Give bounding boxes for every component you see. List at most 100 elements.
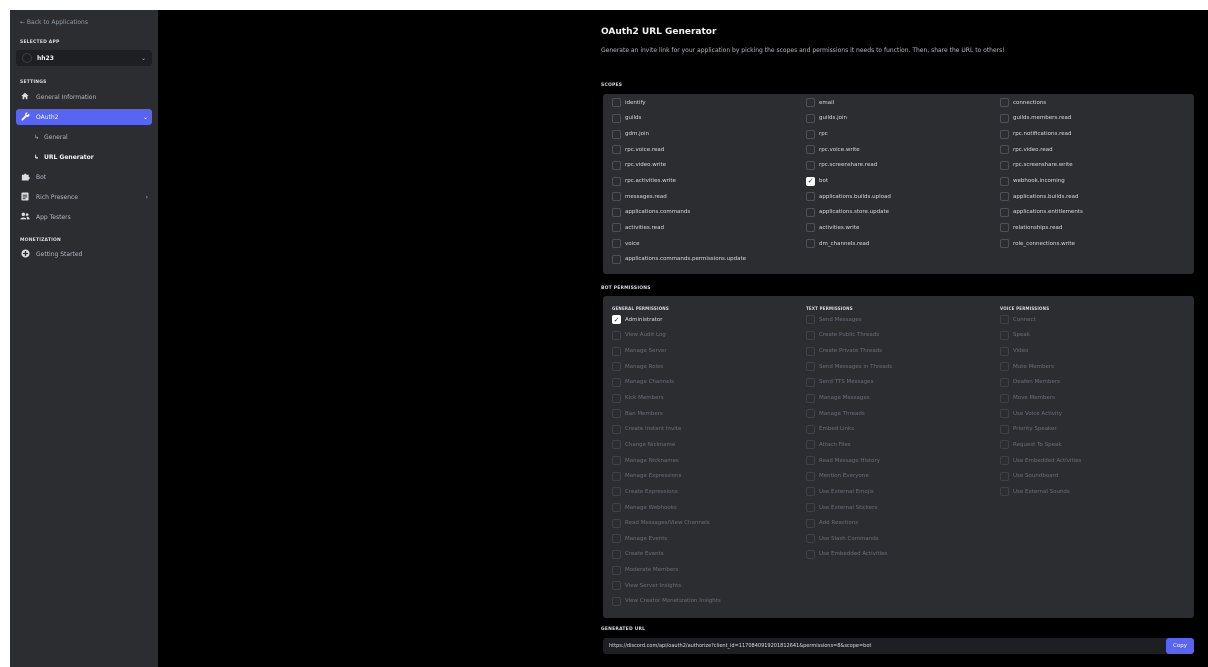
checkbox[interactable] (612, 113, 621, 123)
sidebar-item-rich-presence[interactable]: Rich Presence › (16, 189, 152, 205)
permission-option[interactable]: Read Message History (806, 453, 1000, 469)
checkbox[interactable] (806, 145, 815, 155)
scope-option[interactable]: applications.commands (612, 204, 806, 220)
permission-option[interactable]: Speak (1000, 328, 1194, 344)
permission-option[interactable]: Embed Links (806, 421, 1000, 437)
scope-option[interactable]: identify (612, 95, 806, 111)
checkbox[interactable] (612, 254, 621, 264)
checkbox[interactable] (806, 518, 815, 528)
permission-option[interactable]: Create Private Threads (806, 343, 1000, 359)
scope-option[interactable]: webhook.incoming (1000, 173, 1194, 189)
permission-option[interactable]: Connect (1000, 312, 1194, 328)
checkbox[interactable] (1000, 223, 1009, 233)
checkbox[interactable] (1000, 113, 1009, 123)
permission-option[interactable]: Use External Sounds (1000, 484, 1194, 500)
checkbox[interactable] (612, 581, 621, 591)
checkbox[interactable] (806, 362, 815, 372)
checkbox[interactable] (806, 207, 815, 217)
checkbox[interactable] (806, 223, 815, 233)
permission-option[interactable]: Manage Threads (806, 406, 1000, 422)
permission-option[interactable]: Create Instant Invite (612, 421, 806, 437)
back-to-applications-link[interactable]: ← Back to Applications (16, 18, 152, 28)
checkbox[interactable] (612, 330, 621, 340)
scope-option[interactable]: rpc.screenshare.write (1000, 158, 1194, 174)
checkbox[interactable] (1000, 471, 1009, 481)
checkbox[interactable] (612, 565, 621, 575)
scope-option[interactable]: voice (612, 236, 806, 252)
sidebar-item-bot[interactable]: Bot (16, 169, 152, 185)
checkbox[interactable] (612, 549, 621, 559)
permission-option[interactable]: Use Slash Commands (806, 531, 1000, 547)
checkbox[interactable] (806, 330, 815, 340)
checkbox[interactable] (612, 377, 621, 387)
checkbox[interactable] (612, 471, 621, 481)
checkbox[interactable] (806, 534, 815, 544)
permission-option[interactable]: Use External Stickers (806, 500, 1000, 516)
scope-option[interactable]: applications.entitlements (1000, 204, 1194, 220)
checkbox[interactable] (1000, 440, 1009, 450)
checkbox[interactable] (806, 424, 815, 434)
checkbox[interactable] (612, 456, 621, 466)
permission-option[interactable]: Manage Webhooks (612, 500, 806, 516)
sidebar-item-oauth2[interactable]: OAuth2 ⌄ (16, 109, 152, 125)
permission-option[interactable]: Deafen Members (1000, 375, 1194, 391)
scope-option[interactable]: relationships.read (1000, 220, 1194, 236)
checkbox[interactable] (806, 409, 815, 419)
scope-option[interactable]: applications.builds.read (1000, 189, 1194, 205)
scope-option[interactable]: dm_channels.read (806, 236, 1000, 252)
generated-url-text[interactable]: https://discord.com/api/oauth2/authorize… (609, 643, 1166, 649)
checkbox[interactable] (1000, 315, 1009, 325)
app-selector[interactable]: hh23 ⌄ (16, 50, 152, 66)
permission-option[interactable]: Read Messages/View Channels (612, 515, 806, 531)
scope-option[interactable]: guilds.members.read (1000, 111, 1194, 127)
checkbox[interactable] (612, 518, 621, 528)
checkbox[interactable] (806, 377, 815, 387)
checkbox[interactable] (1000, 424, 1009, 434)
checkbox[interactable] (612, 409, 621, 419)
checkbox[interactable] (612, 145, 621, 155)
permission-option[interactable]: Manage Expressions (612, 468, 806, 484)
checkbox[interactable] (1000, 362, 1009, 372)
checkbox[interactable] (806, 549, 815, 559)
permission-option[interactable]: Manage Messages (806, 390, 1000, 406)
checkbox[interactable] (1000, 346, 1009, 356)
permission-option[interactable]: Add Reactions (806, 515, 1000, 531)
scope-option[interactable]: rpc.video.write (612, 158, 806, 174)
checkbox[interactable] (612, 160, 621, 170)
permission-option[interactable]: Attach Files (806, 437, 1000, 453)
checkbox[interactable] (806, 503, 815, 512)
checkbox[interactable] (1000, 207, 1009, 217)
generated-url-field[interactable]: https://discord.com/api/oauth2/authorize… (603, 638, 1194, 654)
scope-option[interactable]: messages.read (612, 189, 806, 205)
permission-option[interactable]: Manage Nicknames (612, 453, 806, 469)
permission-option[interactable]: Create Public Threads (806, 328, 1000, 344)
sidebar-item-app-testers[interactable]: App Testers (16, 209, 152, 225)
checkbox[interactable] (806, 98, 815, 108)
checkbox[interactable] (612, 207, 621, 217)
permission-option[interactable]: Manage Roles (612, 359, 806, 375)
scope-option[interactable]: rpc.voice.write (806, 142, 1000, 158)
checkbox[interactable]: ✓ (612, 315, 621, 325)
checkbox[interactable]: ✓ (806, 176, 815, 186)
checkbox[interactable] (612, 223, 621, 233)
checkbox[interactable] (612, 503, 621, 512)
permission-option[interactable]: Change Nickname (612, 437, 806, 453)
checkbox[interactable] (612, 176, 621, 186)
checkbox[interactable] (612, 239, 621, 249)
checkbox[interactable] (1000, 98, 1009, 108)
scope-option[interactable]: connections (1000, 95, 1194, 111)
permission-option[interactable]: Send Messages in Threads (806, 359, 1000, 375)
checkbox[interactable] (806, 160, 815, 170)
checkbox[interactable] (612, 393, 621, 403)
permission-option[interactable]: Use Embedded Activities (1000, 453, 1194, 469)
permission-option[interactable]: Create Events (612, 547, 806, 563)
scope-option[interactable]: activities.write (806, 220, 1000, 236)
sidebar-item-getting-started[interactable]: Getting Started (16, 246, 152, 262)
permission-option[interactable]: Ban Members (612, 406, 806, 422)
permission-option[interactable]: Manage Server (612, 343, 806, 359)
scope-option[interactable]: applications.store.update (806, 204, 1000, 220)
checkbox[interactable] (612, 192, 621, 202)
permission-option[interactable]: Move Members (1000, 390, 1194, 406)
checkbox[interactable] (806, 346, 815, 356)
checkbox[interactable] (806, 487, 815, 497)
